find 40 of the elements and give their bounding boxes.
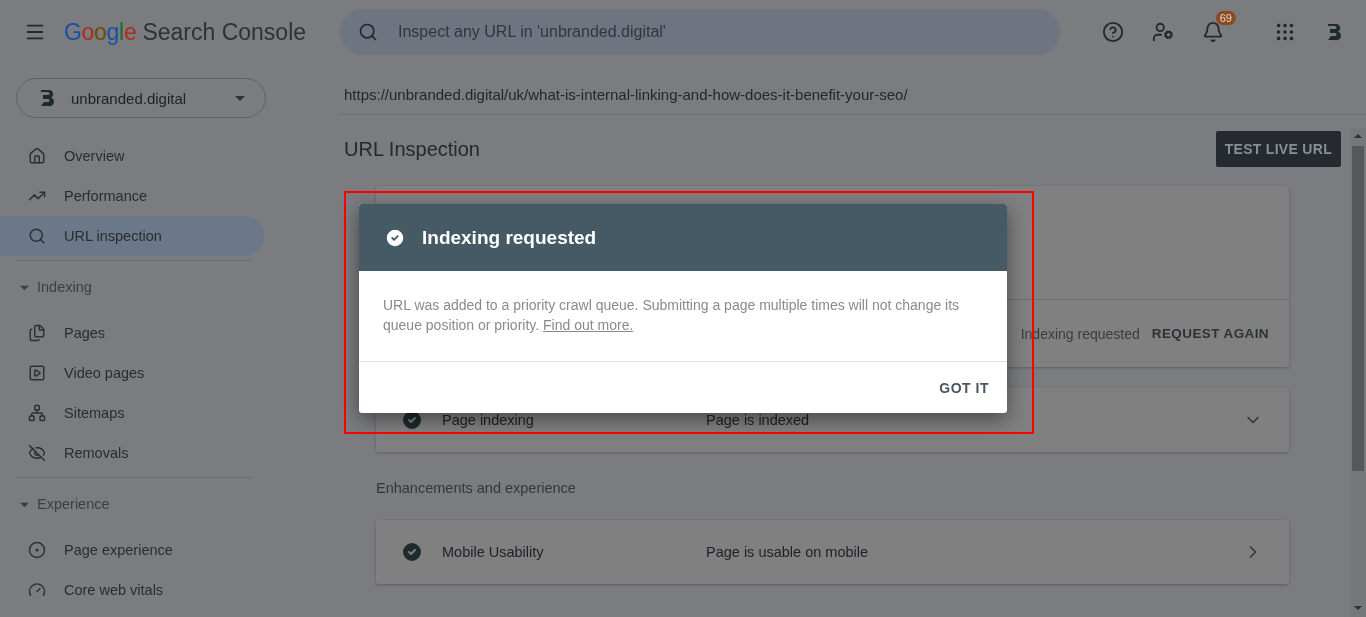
sidebar-item[interactable]: URL inspection [0,216,264,256]
dropdown-caret-icon [235,95,245,101]
user-settings-icon[interactable] [1152,21,1174,43]
test-live-url-button[interactable]: TEST LIVE URL [1215,131,1341,167]
sidebar-item[interactable]: Overview [0,136,264,176]
eye-off-icon [28,444,46,462]
dialog-message: URL was added to a priority crawl queue. Submitting a page multiple times will not change its queue position or priority. Find out more. [359,271,1007,362]
google-logo: Google [64,18,137,46]
apps-grid-icon[interactable] [1274,21,1296,43]
search-icon [28,227,46,245]
notifications-icon[interactable] [1202,21,1224,43]
sidebar-item[interactable]: Pages [0,313,264,353]
sidebar-item[interactable]: Sitemaps [0,393,264,433]
product-name: Search Console [142,18,307,46]
pages-icon [28,324,46,342]
inspected-url: https://unbranded.digital/uk/what-is-internal-linking-and-how-does-it-benefit-your-seo/ [343,85,909,105]
search-bar[interactable]: Inspect any URL in 'unbranded.digital' [340,9,1060,55]
sidebar-item[interactable]: Removals [0,433,264,473]
sidebar-item[interactable]: Core web vitals [0,570,264,610]
gauge-icon [28,581,46,599]
home-icon [28,147,46,165]
video-icon [28,364,46,382]
sidebar-item[interactable]: Page experience [0,530,264,570]
dialog-title: Indexing requested [422,226,597,249]
sidebar-item[interactable]: Video pages [0,353,264,393]
check-circle-icon [384,226,406,249]
section-heading: Enhancements and experience [376,480,577,498]
search-icon [358,22,378,42]
check-circle-icon [400,540,424,564]
nav-section-toggle[interactable]: Experience [0,478,264,530]
find-out-more-link[interactable]: Find out more. [543,317,634,333]
notification-badge: 69 [1215,11,1236,25]
nav-section-toggle[interactable]: Indexing [0,261,264,313]
search-field[interactable]: Inspect any URL in 'unbranded.digital' [396,22,1042,42]
sidebar-item[interactable]: Performance [0,176,264,216]
page-title: URL Inspection [344,137,480,161]
sitemap-icon [28,404,46,422]
help-icon[interactable] [1102,21,1124,43]
result-row[interactable]: Mobile Usability Page is usable on mobile [376,520,1289,584]
request-again-button[interactable]: REQUEST AGAIN [1145,320,1275,347]
